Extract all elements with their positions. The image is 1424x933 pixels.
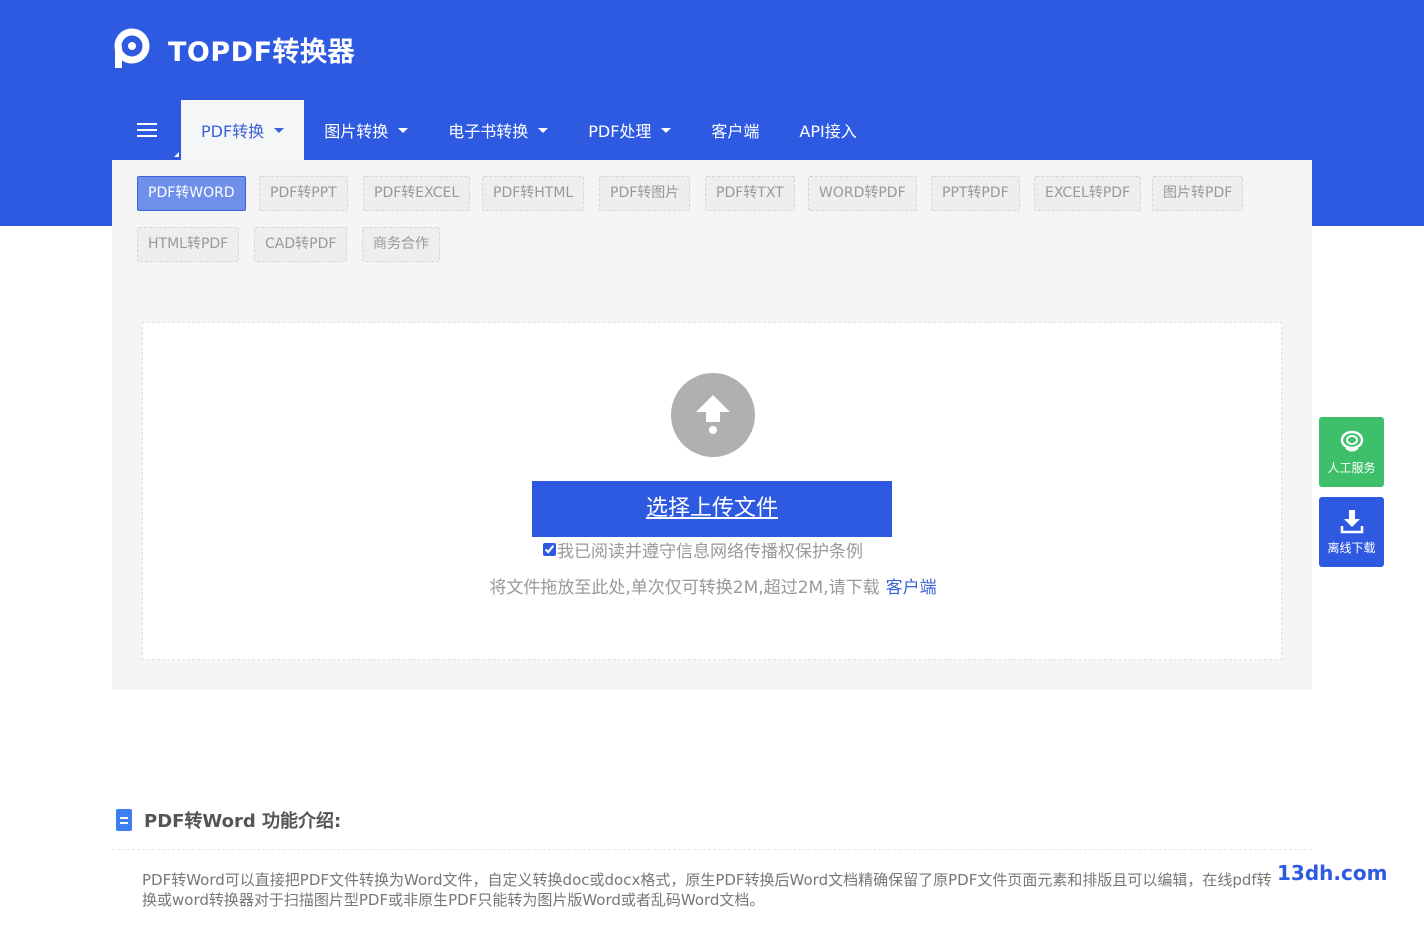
intro-title: PDF转Word 功能介绍: [144, 811, 342, 832]
main-nav: PDF转换 图片转换 电子书转换 PDF处理 客户端 API接入 [112, 100, 877, 160]
chevron-down-icon [274, 127, 285, 133]
agree-checkbox[interactable] [543, 543, 556, 556]
nav-item-pdf-convert[interactable]: PDF转换 [181, 100, 305, 160]
tag-image-to-pdf[interactable]: 图片转PDF [1152, 176, 1244, 211]
nav-item-api[interactable]: API接入 [779, 100, 876, 160]
tag-pdf-to-html[interactable]: PDF转HTML [482, 176, 585, 211]
menu-icon [136, 123, 157, 137]
logo-p-icon [114, 28, 150, 68]
tag-html-to-pdf[interactable]: HTML转PDF [137, 227, 240, 262]
tag-business[interactable]: 商务合作 [362, 227, 440, 262]
agree-terms[interactable]: 我已阅读并遵守信息网络传播权保护条例 [543, 537, 863, 562]
document-icon [116, 809, 132, 831]
offline-download-button[interactable]: 离线下载 [1319, 497, 1384, 567]
nav-item-pdf-process[interactable]: PDF处理 [568, 100, 691, 160]
tag-pdf-to-image[interactable]: PDF转图片 [599, 176, 691, 211]
upload-arrow-icon [671, 373, 755, 457]
agree-label: 我已阅读并遵守信息网络传播权保护条例 [557, 542, 863, 562]
client-download-link[interactable]: 客户端 [886, 578, 937, 598]
headset-icon [1340, 430, 1363, 452]
tag-word-to-pdf[interactable]: WORD转PDF [808, 176, 917, 211]
select-file-button[interactable]: 选择上传文件 [532, 481, 892, 537]
offline-download-label: 离线下载 [1327, 541, 1376, 555]
tag-cad-to-pdf[interactable]: CAD转PDF [254, 227, 348, 262]
tag-pdf-to-excel[interactable]: PDF转EXCEL [363, 176, 471, 211]
tag-excel-to-pdf[interactable]: EXCEL转PDF [1034, 176, 1142, 211]
chevron-down-icon [398, 127, 409, 133]
nav-item-ebook-convert[interactable]: 电子书转换 [428, 100, 568, 160]
file-dropzone[interactable]: 选择上传文件 我已阅读并遵守信息网络传播权保护条例 将文件拖放至此处,单次仅可转… [142, 322, 1282, 660]
tag-pdf-to-ppt[interactable]: PDF转PPT [259, 176, 348, 211]
brand-name: TOPDF转换器 [168, 36, 356, 68]
site-watermark: 13dh.com [1277, 861, 1388, 885]
brand-logo[interactable]: TOPDF转换器 [112, 28, 355, 70]
intro-description: PDF转Word可以直接把PDF文件转换为Word文件，自定义转换doc或doc… [142, 871, 1272, 909]
chevron-down-icon [538, 127, 549, 133]
customer-service-button[interactable]: 人工服务 [1319, 417, 1384, 487]
divider [112, 849, 1312, 850]
upload-hint: 将文件拖放至此处,单次仅可转换2M,超过2M,请下载 客户端 [489, 578, 937, 598]
chevron-down-icon [661, 127, 672, 133]
tag-pdf-to-txt[interactable]: PDF转TXT [705, 176, 795, 211]
nav-item-client[interactable]: 客户端 [691, 100, 779, 160]
download-icon [1340, 510, 1363, 534]
menu-button[interactable] [112, 100, 181, 160]
intro-heading: PDF转Word 功能介绍: [116, 807, 341, 833]
customer-service-label: 人工服务 [1327, 461, 1376, 475]
nav-item-image-convert[interactable]: 图片转换 [304, 100, 428, 160]
converter-panel: PDF转WORD PDF转PPT PDF转EXCEL PDF转HTML PDF转… [112, 160, 1312, 690]
tag-pdf-to-word[interactable]: PDF转WORD [137, 176, 246, 211]
tag-ppt-to-pdf[interactable]: PPT转PDF [931, 176, 1020, 211]
